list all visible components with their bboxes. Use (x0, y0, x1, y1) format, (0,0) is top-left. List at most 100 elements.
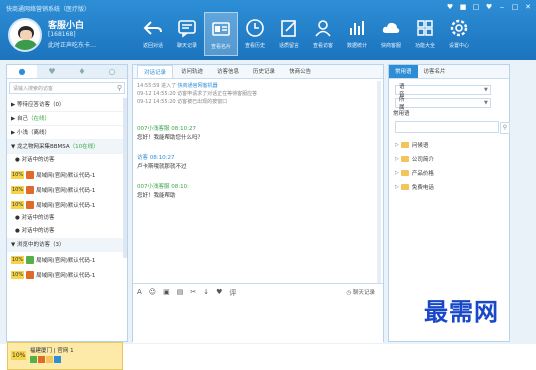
tab-contacts[interactable]: ♥ (37, 65, 67, 78)
image-icon[interactable]: ▣ (163, 288, 170, 298)
tab-groups[interactable]: ♦ (67, 65, 97, 78)
maximize-button[interactable]: □ (511, 3, 519, 11)
toolbar-records-button[interactable]: 聊天记录 (170, 12, 204, 56)
toolbar-notes-button[interactable]: 话质留言 (272, 12, 306, 56)
folder-icon (400, 156, 409, 162)
profile-name: 客服小白 (48, 21, 85, 31)
tab-announcement[interactable]: 快商公告 (283, 65, 317, 78)
font-icon[interactable]: A (137, 288, 142, 298)
chat-record-icon (178, 20, 196, 38)
evaluate-button[interactable]: 评 (229, 288, 236, 298)
chat-message: 007小浅客服 08:10:27 您好！我能帮助您什么吗？ (137, 126, 204, 141)
selected-visitor-name: 福建厦门 | 官网 1 (30, 348, 74, 354)
toolbar-card-button[interactable]: 查看名片 (204, 12, 238, 56)
user-profile[interactable]: 客服小白 [168168] 此时正声吃东卡… (8, 14, 118, 56)
toolbar-label: 查看名片 (210, 44, 231, 50)
toolbar-functions-button[interactable]: 功能大全 (408, 12, 442, 56)
folder-company[interactable]: ▷ 公司简介 (395, 153, 434, 165)
heart-icon[interactable]: ♥ (485, 3, 493, 11)
chat-scrollbar[interactable] (377, 81, 381, 291)
visitor-icon (315, 20, 331, 37)
visitor-status-icons (30, 356, 61, 363)
download-icon[interactable]: ↓ (203, 288, 209, 298)
folder-greetings[interactable]: ▷ 问候语 (395, 139, 428, 151)
app-window: 快商通网络营销系统（医疗版） ♥ ■ □ ♥ ‒ □ ✕ 客服小白 [16816… (0, 0, 536, 370)
group-self[interactable]: ▶ 自己（在线） (7, 112, 123, 126)
tab-visitor-card[interactable]: 访客名片 (418, 65, 452, 78)
skin-icon[interactable]: ♥ (446, 3, 454, 11)
app-title: 快商通网络营销系统（医疗版） (6, 6, 91, 13)
title-bar: 快商通网络营销系统（医疗版） ♥ ■ □ ♥ ‒ □ ✕ 客服小白 [16816… (0, 0, 536, 60)
emoji-icon[interactable]: ☺ (149, 288, 156, 298)
msg-icon[interactable]: ■ (459, 3, 467, 11)
system-log: 14:55:59 进入了 快商通官网客机器 09-12 14:55:20 访客申… (137, 83, 258, 105)
toolbar-label: 设置中心 (448, 43, 469, 49)
subgroup-chatting[interactable]: ● 对话中的访客 (7, 154, 123, 167)
tab-history-log[interactable]: 历史记录 (247, 65, 281, 78)
toolbar-service-button[interactable]: 快商客服 (374, 12, 408, 56)
visitor-scrollbar[interactable] (123, 98, 127, 258)
settings-icon[interactable]: □ (472, 3, 480, 11)
selected-visitor[interactable]: 10% 福建厦门 | 官网 1 (7, 342, 123, 370)
phrase-search-input[interactable]: ⚲ (395, 121, 510, 134)
chart-icon (350, 21, 364, 35)
folder-phone[interactable]: ▷ 免费电话 (395, 181, 434, 193)
clock-icon (246, 19, 264, 37)
subgroup-chatting[interactable]: ● 对话中的访客 (7, 212, 123, 225)
tab-trail[interactable]: 访问轨迹 (175, 65, 209, 78)
search-engine-icon (26, 200, 35, 209)
group-waiting[interactable]: ▶ 等待应答访客（0） (7, 98, 123, 112)
tab-chat-log[interactable]: 对话记录 (137, 65, 174, 78)
visitor-search-input[interactable]: 请输入搜索的访客 ⚲ (9, 82, 125, 94)
minimize-button[interactable]: ‒ (498, 3, 506, 11)
profile-motto[interactable]: 此时正声吃东卡… (48, 40, 96, 49)
visitor-panel-tabs: ● ♥ ♦ ○ (7, 65, 127, 79)
window-controls: ♥ ■ □ ♥ ‒ □ ✕ (446, 3, 532, 11)
list-item[interactable]: 10% 局域网(官网)默认代码-1 (7, 197, 123, 212)
folder-icon (400, 184, 409, 190)
tab-phrases[interactable]: 常用语 (389, 65, 418, 78)
chat-panel: 对话记录 访问轨迹 访客信息 历史记录 快商公告 14:55:59 进入了 快商… (132, 64, 384, 343)
toolbar-stats-button[interactable]: 数据统计 (340, 12, 374, 56)
message-composer[interactable]: A ☺ ▣ ▤ ✂ ↓ ♥ 评 ◷ 聊天记录 (133, 283, 383, 343)
search-engine-icon (26, 270, 35, 279)
card-icon (212, 22, 230, 36)
log-link[interactable]: 快商通官网客机器 (178, 83, 218, 89)
tab-chat[interactable]: ● (7, 65, 37, 78)
tab-visitor-info[interactable]: 访客信息 (211, 65, 245, 78)
folder-price[interactable]: ▷ 产品价格 (395, 167, 434, 179)
close-button[interactable]: ✕ (524, 3, 532, 11)
toolbar-label: 功能大全 (414, 43, 435, 49)
list-item[interactable]: 10% 局域网(官网)默认代码-1 (7, 167, 123, 182)
list-item[interactable]: 10% 局域网(官网)默认代码-1 (7, 267, 123, 282)
toolbar-label: 话质留言 (278, 43, 299, 49)
search-icon[interactable]: ⚲ (500, 122, 510, 134)
group-browsing[interactable]: ▼ 浏览中的访客（3） (7, 238, 123, 252)
composer-toolbar: A ☺ ▣ ▤ ✂ ↓ ♥ 评 (137, 288, 236, 298)
chevron-down-icon: ▼ (484, 100, 488, 106)
subgroup-chatting[interactable]: ● 对话中的访客 (7, 225, 123, 238)
toolbar-label: 返回对话 (142, 43, 163, 49)
watermark: 最需网 (424, 298, 499, 326)
group-main[interactable]: ▼ 龙之物网采集BBMSA（10在线） (7, 140, 123, 154)
phrases-label: 常用语 (393, 111, 410, 117)
favorite-icon[interactable]: ♥ (216, 288, 222, 298)
visitor-panel: ● ♥ ♦ ○ 请输入搜索的访客 ⚲ ▶ 等待应答访客（0） ▶ 自己（在线） … (6, 64, 128, 370)
group-xiaoqian[interactable]: ▶ 小浅（离线） (7, 126, 123, 140)
avatar[interactable] (8, 18, 42, 52)
toolbar-history-button[interactable]: 查看历史 (238, 12, 272, 56)
cloud-icon (382, 22, 400, 33)
chat-message: 007小浅客服 08:10: 您好！我能帮助 (137, 184, 189, 199)
toolbar-label: 查看访客 (312, 43, 333, 49)
list-item[interactable]: 10% 局域网(官网)默认代码-1 (7, 252, 123, 267)
toolbar-back-button[interactable]: 返回对话 (136, 12, 170, 56)
toolbar-visitors-button[interactable]: 查看访客 (306, 12, 340, 56)
file-icon[interactable]: ▤ (177, 288, 184, 298)
tab-history[interactable]: ○ (97, 65, 127, 78)
toolbar-label: 聊天记录 (176, 43, 197, 49)
screenshot-icon[interactable]: ✂ (190, 288, 196, 298)
list-item[interactable]: 10% 局域网(官网)默认代码-1 (7, 182, 123, 197)
search-icon[interactable]: ⚲ (117, 84, 122, 92)
chat-history-button[interactable]: ◷ 聊天记录 (346, 288, 375, 296)
toolbar-settings-button[interactable]: 设置中心 (442, 12, 476, 56)
